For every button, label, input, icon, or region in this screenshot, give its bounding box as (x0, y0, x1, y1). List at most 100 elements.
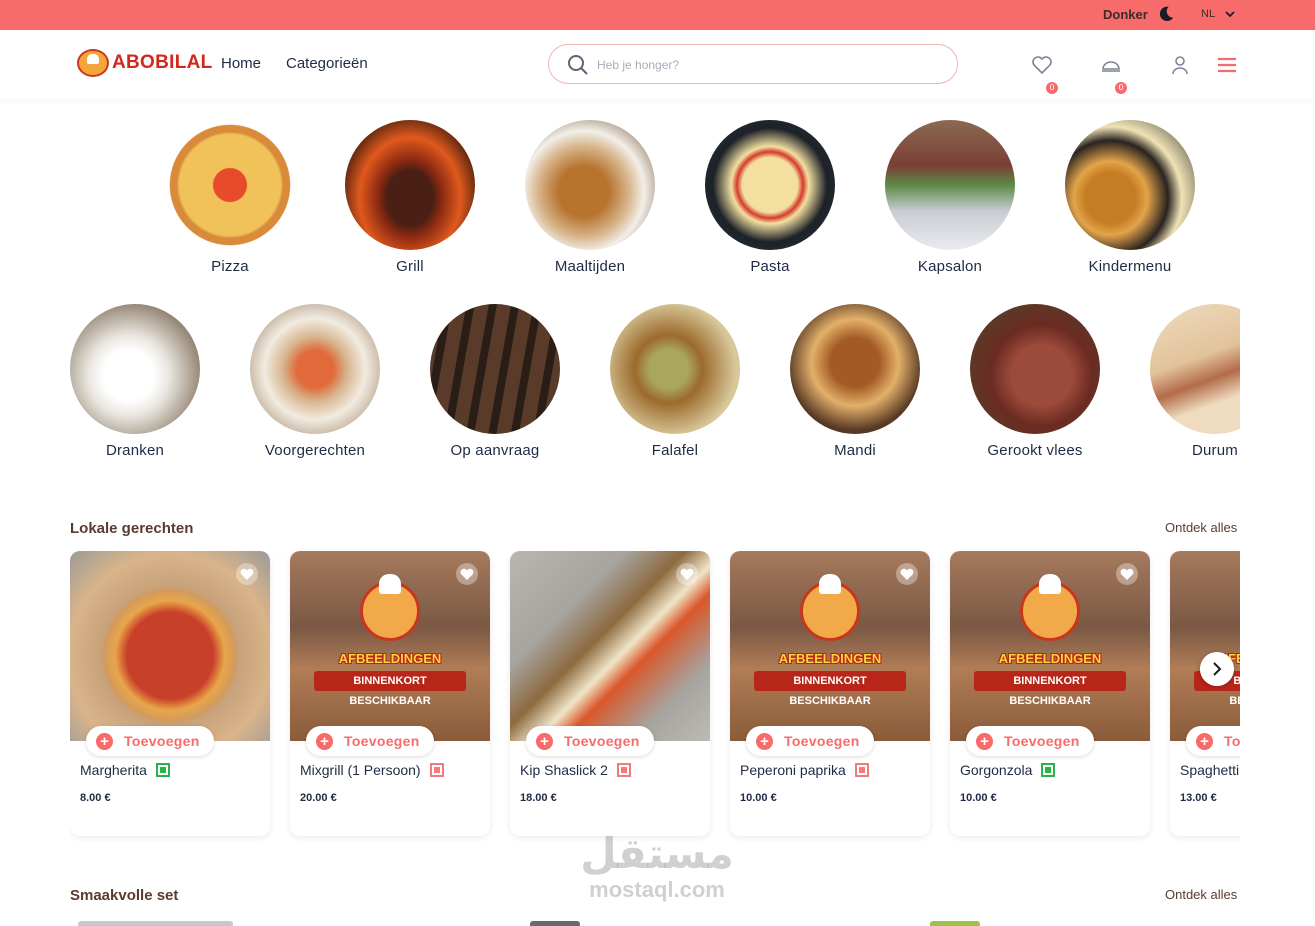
add-label: Toevoegen (564, 733, 640, 749)
category-image (430, 304, 560, 434)
category-falafel[interactable]: Falafel (595, 304, 755, 459)
heart-icon[interactable] (236, 563, 258, 585)
product-name-text: Mixgrill (1 Persoon) (300, 762, 421, 778)
chef-logo-icon (77, 49, 109, 77)
menu-icon[interactable] (1216, 54, 1238, 76)
category-label: Pasta (750, 258, 790, 275)
top-bar: Donker NL (0, 0, 1315, 30)
add-to-cart-button[interactable]: + Toevoegen (1186, 726, 1240, 756)
product-price: 18.00 € (520, 792, 557, 804)
placeholder-line2: BINNENKORT BESCHIKBAAR (314, 671, 466, 707)
product-name: Gorgonzola (960, 762, 1056, 778)
watermark-arabic: مستقل (580, 829, 734, 878)
add-label: Toevoegen (1004, 733, 1080, 749)
product-name: Spaghetti (1180, 762, 1239, 778)
add-to-cart-button[interactable]: + Toevoegen (86, 726, 214, 756)
category-image (970, 304, 1100, 434)
product-name: Peperoni paprika (740, 762, 869, 778)
category-pasta[interactable]: Pasta (690, 120, 850, 275)
category-dranken[interactable]: Dranken (55, 304, 215, 459)
search-input[interactable] (597, 55, 937, 75)
plus-icon: + (96, 732, 113, 750)
set-card-preview (530, 921, 580, 926)
plus-icon: + (1196, 732, 1213, 750)
heart-icon[interactable] (456, 563, 478, 585)
product-name: Margherita (80, 762, 170, 778)
nav-categories[interactable]: Categorieën (286, 55, 368, 72)
category-kindermenu[interactable]: Kindermenu (1050, 120, 1210, 275)
product-price: 10.00 € (740, 792, 777, 804)
plus-icon: + (536, 732, 553, 750)
product-name-text: Spaghetti (1180, 762, 1240, 778)
nav-home[interactable]: Home (221, 55, 261, 72)
category-maaltijden[interactable]: Maaltijden (510, 120, 670, 275)
category-image (345, 120, 475, 250)
discover-all-link[interactable]: Ontdek alles (1165, 887, 1237, 902)
category-pizza[interactable]: Pizza (150, 120, 310, 275)
product-card[interactable]: AFBEELDINGENBINNENKORT BESCHIKBAAR +Toev… (1170, 551, 1240, 836)
category-image (705, 120, 835, 250)
category-op-aanvraag[interactable]: Op aanvraag (415, 304, 575, 459)
product-card[interactable]: + Toevoegen Margherita 8.00 € (70, 551, 270, 836)
search-icon (568, 55, 588, 75)
category-image (790, 304, 920, 434)
category-mandi[interactable]: Mandi (775, 304, 935, 459)
product-card[interactable]: AFBEELDINGENBINNENKORT BESCHIKBAAR +Toev… (290, 551, 490, 836)
product-card[interactable]: AFBEELDINGEN BINNENKORT BESCHIKBAAR + Toev… (950, 551, 1150, 836)
heart-icon[interactable] (1116, 563, 1138, 585)
category-voorgerechten[interactable]: Voorgerechten (235, 304, 395, 459)
category-image (1065, 120, 1195, 250)
category-grill[interactable]: Grill (330, 120, 490, 275)
category-label: Pizza (211, 258, 249, 275)
category-durum[interactable]: Durum (1135, 304, 1240, 459)
category-image (165, 120, 295, 250)
moon-icon[interactable] (1157, 5, 1175, 23)
language-selector[interactable]: NL (1201, 8, 1215, 20)
placeholder-line2: BINNENKORT BESCHIKBAAR (754, 671, 906, 707)
user-icon[interactable] (1169, 54, 1191, 76)
carousel-next-button[interactable] (1200, 652, 1234, 686)
add-to-cart-button[interactable]: + Toevoegen (306, 726, 434, 756)
add-label: Toevoegen (784, 733, 860, 749)
heart-icon[interactable] (676, 563, 698, 585)
product-price: 8.00 € (80, 792, 111, 804)
category-image (1150, 304, 1240, 434)
product-card[interactable]: AFBEELDINGEN BINNENKORT BESCHIKBAAR +Toev… (730, 551, 930, 836)
category-gerookt-vlees[interactable]: Gerookt vlees (955, 304, 1115, 459)
chevron-down-icon[interactable] (1224, 8, 1236, 20)
category-kapsalon[interactable]: Kapsalon (870, 120, 1030, 275)
product-name-text: Kip Shaslick 2 (520, 762, 608, 778)
category-label: Falafel (651, 442, 699, 459)
add-to-cart-button[interactable]: + Toevoegen (966, 726, 1094, 756)
category-label: Gerookt vlees (987, 442, 1083, 459)
heart-icon[interactable] (1031, 54, 1053, 76)
add-to-cart-button[interactable]: + Toevoegen (746, 726, 874, 756)
product-name: Kip Shaslick 2 (520, 762, 631, 778)
category-label: Kapsalon (917, 258, 983, 275)
plus-icon: + (976, 732, 993, 750)
category-image (70, 304, 200, 434)
product-name-text: Peperoni paprika (740, 762, 846, 778)
section-title-local: Lokale gerechten (70, 520, 194, 537)
dark-mode-label[interactable]: Donker (1103, 7, 1148, 22)
product-name: Mixgrill (1 Persoon) (300, 762, 444, 778)
category-image (885, 120, 1015, 250)
product-carousel: + Toevoegen Margherita 8.00 € AFBEELDINGE… (70, 551, 1240, 841)
add-to-cart-button[interactable]: + Toevoegen (526, 726, 654, 756)
search-bar[interactable] (548, 44, 958, 84)
plus-icon: + (316, 732, 333, 750)
placeholder-line2: BINNENKORT BESCHIKBAAR (974, 671, 1126, 707)
heart-icon[interactable] (896, 563, 918, 585)
placeholder-line1: AFBEELDINGEN (778, 651, 882, 666)
veg-indicator-icon (155, 763, 170, 777)
product-card[interactable]: + Toevoegen Kip Shaslick 2 18.00 € (510, 551, 710, 836)
cloche-icon[interactable] (1100, 54, 1122, 76)
chef-logo-icon (1020, 574, 1080, 641)
product-name-text: Margherita (80, 762, 147, 778)
placeholder-line1: AFBEELDINGEN (998, 651, 1102, 666)
add-label: Toevoegen (1224, 733, 1240, 749)
veg-indicator-icon (1041, 763, 1056, 777)
categories-row-2: Dranken Voorgerechten Op aanvraag Falafe… (55, 304, 1240, 464)
brand-logo[interactable]: ABOBILAL (77, 48, 213, 78)
discover-all-link[interactable]: Ontdek alles (1165, 520, 1237, 535)
